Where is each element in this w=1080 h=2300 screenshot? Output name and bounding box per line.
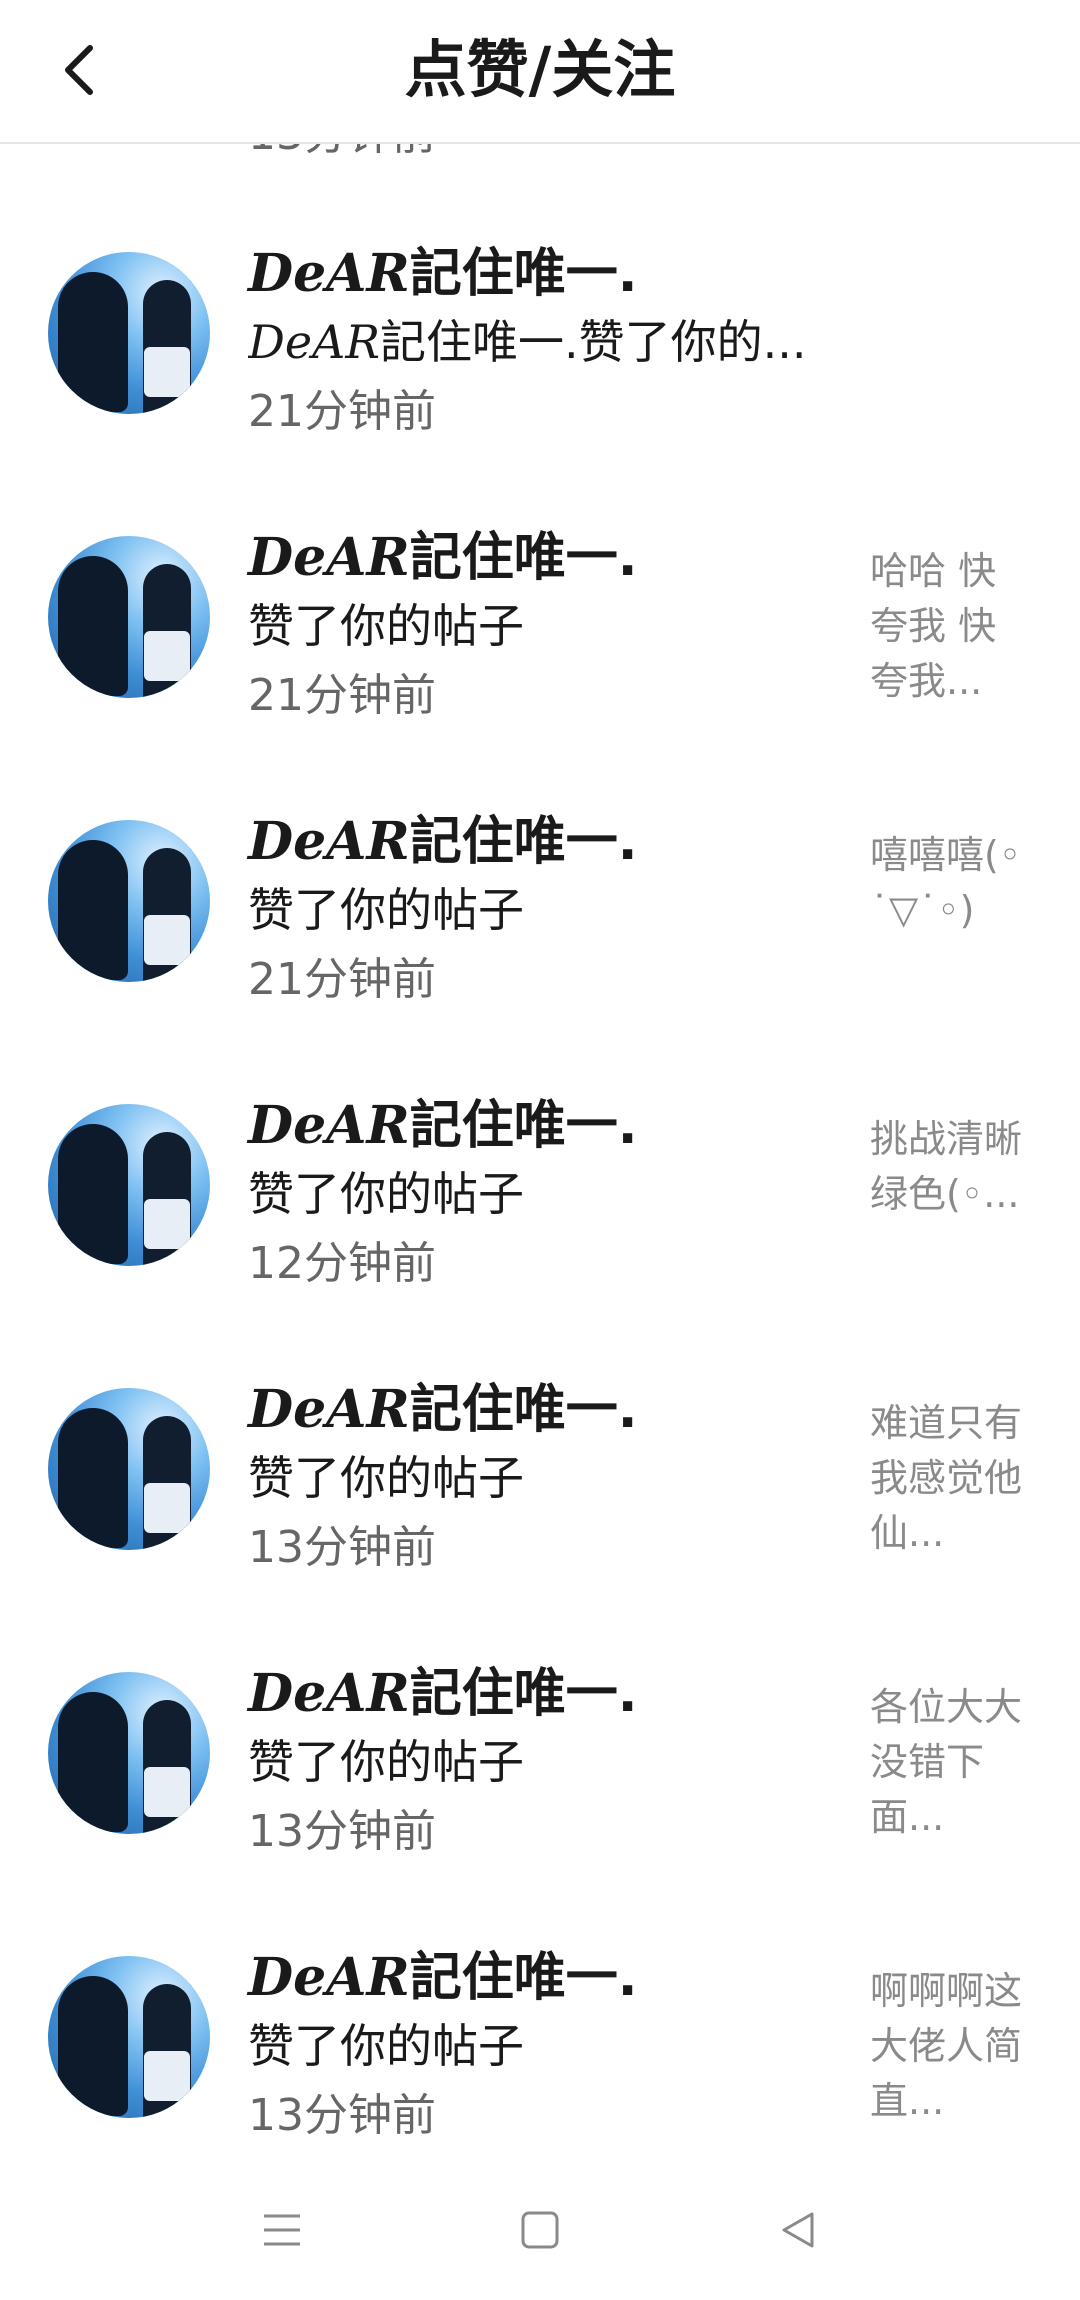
avatar[interactable] <box>48 1104 210 1266</box>
home-square-icon <box>521 2211 559 2249</box>
timestamp: 21分钟前 <box>248 954 436 1005</box>
post-preview[interactable]: 难道只有我感觉他仙... <box>870 1396 1030 1561</box>
avatar[interactable] <box>48 1388 210 1550</box>
user-name[interactable]: DeAR記住唯一. <box>248 810 638 874</box>
list-item[interactable]: DeAR記住唯一. 赞了你的帖子 12分钟前 挑战清晰绿色(◦... <box>0 1042 1080 1326</box>
list-item[interactable]: DeAR記住唯一. 赞了你的帖子 13分钟前 难道只有我感觉他仙... <box>0 1326 1080 1610</box>
list-item[interactable]: DeAR記住唯一. 赞了你的帖子 21分钟前 嘻嘻嘻(◦˙▽˙◦) <box>0 758 1080 1042</box>
avatar[interactable] <box>48 820 210 982</box>
page-title: 点赞/关注 <box>404 33 676 106</box>
home-button[interactable] <box>505 2195 575 2265</box>
list-item[interactable]: DeAR記住唯一. 赞了你的帖子 13分钟前 啊啊啊这大佬人简直... <box>0 1894 1080 2155</box>
timestamp: 13分钟前 <box>248 2090 436 2141</box>
timestamp: 12分钟前 <box>248 1238 436 1289</box>
user-name[interactable]: DeAR記住唯一. <box>248 1378 638 1442</box>
timestamp: 21分钟前 <box>248 386 436 437</box>
post-preview[interactable]: 啊啊啊这大佬人简直... <box>870 1964 1030 2129</box>
action-text: 赞了你的帖子 <box>248 883 524 937</box>
post-preview[interactable]: 各位大大 没错下面... <box>870 1680 1030 1845</box>
action-text: 赞了你的帖子 <box>248 1167 524 1221</box>
post-preview[interactable]: 嘻嘻嘻(◦˙▽˙◦) <box>870 828 1030 938</box>
action-text: 赞了你的帖子 <box>248 2019 524 2073</box>
action-text: 赞了你的帖子 <box>248 1451 524 1505</box>
avatar[interactable] <box>48 536 210 698</box>
back-nav-button[interactable] <box>763 2195 833 2265</box>
avatar[interactable] <box>48 1956 210 2118</box>
system-navigation-bar <box>0 2155 1080 2300</box>
list-item[interactable]: DeAR記住唯一. 赞了你的帖子 21分钟前 哈哈 快夸我 快夸我... <box>0 474 1080 758</box>
post-preview[interactable]: 哈哈 快夸我 快夸我... <box>870 544 1030 709</box>
user-name[interactable]: DeAR記住唯一. <box>248 1094 638 1158</box>
avatar[interactable] <box>48 1672 210 1834</box>
back-triangle-icon <box>782 2212 814 2248</box>
action-text: 赞了你的帖子 <box>248 1735 524 1789</box>
user-name[interactable]: DeAR記住唯一. <box>248 1662 638 1726</box>
timestamp: 13分钟前 <box>248 1522 436 1573</box>
action-text: 赞了你的帖子 <box>248 599 524 653</box>
post-preview[interactable]: 挑战清晰绿色(◦... <box>870 1112 1030 1222</box>
notification-list[interactable]: 13分钟前 DeAR記住唯一. DeAR記住唯一.赞了你的... 21分钟前 D… <box>0 0 1080 2155</box>
timestamp: 13分钟前 <box>248 1806 436 1857</box>
avatar[interactable] <box>48 252 210 414</box>
user-name[interactable]: DeAR記住唯一. <box>248 242 638 306</box>
notifications-page: 13分钟前 DeAR記住唯一. DeAR記住唯一.赞了你的... 21分钟前 D… <box>0 0 1080 2300</box>
menu-button[interactable] <box>247 2195 317 2265</box>
user-name[interactable]: DeAR記住唯一. <box>248 1946 638 2010</box>
menu-icon <box>264 2214 300 2246</box>
user-name[interactable]: DeAR記住唯一. <box>248 526 638 590</box>
list-item[interactable]: DeAR記住唯一. 赞了你的帖子 13分钟前 各位大大 没错下面... <box>0 1610 1080 1894</box>
timestamp: 21分钟前 <box>248 670 436 721</box>
action-text: DeAR記住唯一.赞了你的... <box>248 315 807 369</box>
list-item[interactable]: DeAR記住唯一. DeAR記住唯一.赞了你的... 21分钟前 <box>0 190 1080 474</box>
top-app-bar: 点赞/关注 <box>0 0 1080 144</box>
